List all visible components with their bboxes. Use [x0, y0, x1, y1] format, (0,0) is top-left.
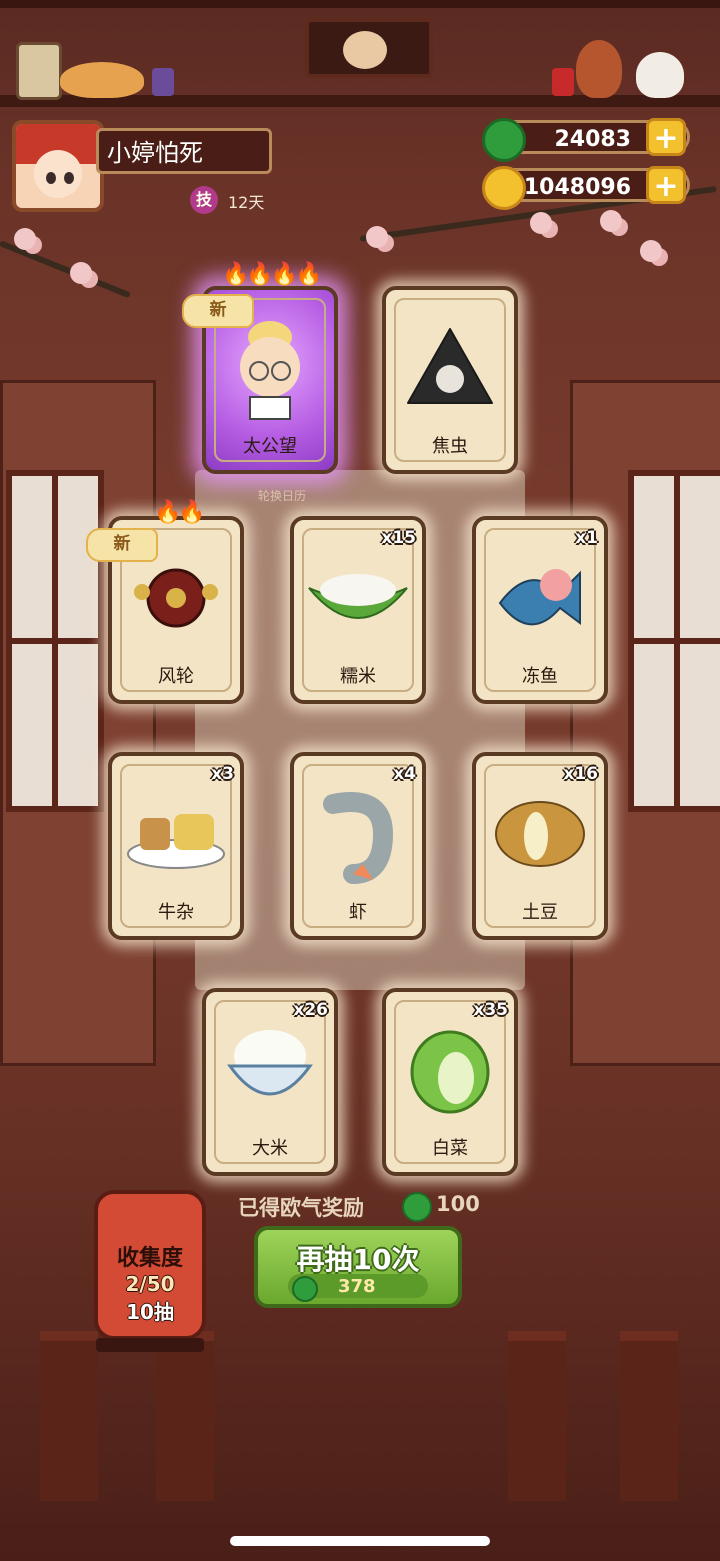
cup-icon [152, 68, 174, 96]
collection-title: 收集度 [116, 1246, 183, 1271]
item-count: x15 [381, 528, 416, 548]
item-count: x4 [393, 764, 416, 784]
character-portrait-icon [240, 321, 300, 420]
coin-icon [482, 166, 526, 210]
card-nuomi[interactable]: x15 糯米 [290, 516, 426, 704]
flame-rating-icon: 🔥🔥 [154, 500, 206, 525]
card-dami[interactable]: x26 大米 [202, 988, 338, 1176]
avatar-face [34, 150, 82, 198]
collection-lantern[interactable]: 收集度 2/50 10抽 [94, 1190, 206, 1340]
cat-icon [60, 62, 144, 98]
days-counter: 12天 [228, 193, 265, 212]
lantern-stand [96, 1338, 204, 1352]
blossom-decoration [70, 262, 92, 284]
add-coin-button[interactable]: + [646, 166, 686, 204]
collection-draws: 10抽 [126, 1300, 174, 1324]
new-tag: 新 [182, 294, 254, 328]
right-window-lattice [628, 470, 720, 812]
ceiling-beam [0, 0, 720, 8]
fence-post [40, 1331, 98, 1501]
cabbage-icon [410, 1030, 490, 1114]
jade-icon [482, 118, 526, 162]
card-label: 白菜 [432, 1138, 468, 1159]
add-jade-button[interactable]: + [646, 118, 686, 156]
card-label: 焦虫 [432, 436, 468, 457]
frozen-fish-icon [498, 569, 581, 626]
item-count: x3 [211, 764, 234, 784]
blossom-decoration [366, 226, 388, 248]
item-count: x16 [563, 764, 598, 784]
card-tudou[interactable]: x16 土豆 [472, 752, 608, 940]
potato-icon [495, 801, 585, 867]
card-dongyu[interactable]: x1 冻鱼 [472, 516, 608, 704]
flame-rating-icon: 🔥🔥🔥🔥 [222, 262, 323, 287]
reward-text: 已得欧气奖励 [238, 1196, 364, 1220]
reward-value: 100 [436, 1192, 480, 1216]
fence-post [508, 1331, 566, 1501]
jade-icon [402, 1192, 432, 1222]
card-xia[interactable]: x4 虾 [290, 752, 426, 940]
bug-riceball-icon [407, 328, 493, 404]
blossom-decoration [600, 210, 622, 232]
card-baicai[interactable]: x35 白菜 [382, 988, 518, 1176]
blossom-decoration [14, 228, 36, 250]
jar-icon [16, 42, 62, 100]
fence-post [620, 1331, 678, 1501]
home-indicator[interactable] [230, 1536, 490, 1546]
avatar-eye [46, 172, 56, 184]
wind-wheel-icon [134, 568, 218, 628]
card-label: 太公望 [243, 436, 297, 457]
jade-icon [292, 1276, 318, 1302]
card-niuza[interactable]: x3 牛杂 [108, 752, 244, 940]
draw-button-label: 再抽10次 [296, 1243, 420, 1276]
calendar-note: 轮换日历 [258, 489, 307, 503]
cup-icon [552, 68, 574, 96]
item-count: x1 [575, 528, 598, 548]
avatar[interactable] [12, 120, 104, 212]
avatar-eye [64, 172, 74, 184]
draw-ten-button[interactable]: 再抽10次 378 [254, 1226, 462, 1308]
card-label: 冻鱼 [522, 666, 558, 687]
card-label: 糯米 [340, 666, 376, 687]
item-count: x26 [293, 1000, 328, 1020]
new-tag: 新 [86, 528, 158, 562]
blossom-decoration [530, 212, 552, 234]
card-jiaochong[interactable]: 焦虫 [382, 286, 518, 474]
item-count: x35 [473, 1000, 508, 1020]
blossom-decoration [640, 240, 662, 262]
card-label: 牛杂 [158, 902, 194, 923]
card-label: 风轮 [158, 666, 194, 687]
white-cat-icon [636, 52, 684, 98]
collection-progress: 2/50 [125, 1272, 175, 1296]
fence-post [156, 1331, 214, 1501]
player-name: 小婷怕死 [96, 128, 272, 174]
sticky-rice-icon [308, 574, 408, 619]
beef-offal-icon [127, 814, 225, 869]
card-label: 大米 [252, 1138, 288, 1159]
rice-bowl-icon [227, 1030, 313, 1096]
portrait-face-icon [340, 28, 390, 72]
draw-cost: 378 [338, 1276, 376, 1297]
card-label: 土豆 [522, 902, 558, 923]
card-label: 虾 [349, 902, 367, 923]
skill-badge[interactable]: 技 [190, 186, 218, 214]
character-figure-icon [576, 40, 622, 98]
shrimp-icon [323, 792, 394, 884]
left-window-lattice [6, 470, 104, 812]
